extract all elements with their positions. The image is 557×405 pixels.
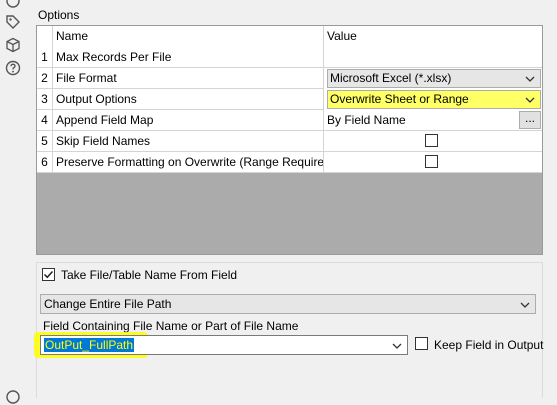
checkmark-icon: [43, 270, 54, 279]
keep-field-label[interactable]: Keep Field in Output: [434, 338, 543, 352]
append-field-map-text: By Field Name: [327, 113, 406, 127]
grid-row-preserve-formatting[interactable]: 6 Preserve Formatting on Overwrite (Rang…: [37, 152, 542, 173]
header-name: Name: [53, 26, 324, 47]
preserve-formatting-cell: [324, 152, 542, 173]
path-mode-value: Change Entire File Path: [44, 297, 172, 311]
options-grid: Name Value 1 Max Records Per File 2 File…: [36, 25, 543, 255]
help-icon[interactable]: [5, 60, 21, 76]
grid-row-output-options[interactable]: 3 Output Options Overwrite Sheet or Rang…: [37, 89, 542, 110]
header-num-cell: [37, 26, 53, 47]
take-name-checkbox[interactable]: [42, 268, 55, 281]
left-toolbar: [0, 0, 28, 404]
row-number: 3: [37, 89, 53, 110]
output-options-dropdown[interactable]: Overwrite Sheet or Range: [327, 90, 541, 109]
row-name: Output Options: [53, 89, 324, 110]
grid-row-file-format[interactable]: 2 File Format Microsoft Excel (*.xlsx): [37, 68, 542, 89]
row-number: 6: [37, 152, 53, 173]
row-number: 4: [37, 110, 53, 131]
options-title: Options: [38, 8, 80, 22]
max-records-input[interactable]: [324, 47, 542, 68]
row-name: Skip Field Names: [53, 131, 324, 152]
skip-field-names-cell: [324, 131, 542, 152]
chevron-down-icon: [520, 302, 530, 308]
row-number: 1: [37, 47, 53, 68]
skip-field-names-checkbox[interactable]: [425, 134, 438, 147]
chevron-down-icon: [392, 343, 402, 349]
preserve-formatting-checkbox[interactable]: [425, 155, 438, 168]
file-format-dropdown[interactable]: Microsoft Excel (*.xlsx): [327, 69, 541, 88]
field-name-value: OutPut_FullPath: [44, 338, 135, 352]
row-name: Max Records Per File: [53, 47, 324, 68]
grid-row-skip-field-names[interactable]: 5 Skip Field Names: [37, 131, 542, 152]
grid-header: Name Value: [37, 26, 542, 47]
chevron-down-icon: [525, 97, 535, 103]
keep-field-checkbox[interactable]: [415, 337, 428, 350]
file-format-value: Microsoft Excel (*.xlsx): [330, 71, 452, 85]
chevron-down-icon: [525, 76, 535, 82]
row-name: File Format: [53, 68, 324, 89]
output-options-value: Overwrite Sheet or Range: [330, 92, 469, 106]
header-value: Value: [327, 29, 357, 43]
field-containing-label: Field Containing File Name or Part of Fi…: [43, 319, 299, 333]
row-number: 5: [37, 131, 53, 152]
field-map-ellipsis-button[interactable]: ...: [519, 111, 541, 129]
field-name-dropdown[interactable]: OutPut_FullPath: [40, 335, 408, 355]
grid-row-append-field-map[interactable]: 4 Append Field Map By Field Name ...: [37, 110, 542, 131]
change-file-path-dropdown[interactable]: Change Entire File Path: [40, 294, 536, 314]
row-number: 2: [37, 68, 53, 89]
grid-row-max-records[interactable]: 1 Max Records Per File: [37, 47, 542, 68]
append-field-map-value: By Field Name ...: [324, 110, 542, 131]
row-name: Append Field Map: [53, 110, 324, 131]
take-name-label[interactable]: Take File/Table Name From Field: [61, 268, 237, 282]
partial-bottom-icon[interactable]: [5, 389, 21, 405]
box-icon[interactable]: [5, 37, 21, 53]
tag-icon[interactable]: [5, 14, 21, 30]
row-name: Preserve Formatting on Overwrite (Range …: [53, 152, 324, 173]
partial-top-icon[interactable]: [5, 0, 21, 9]
